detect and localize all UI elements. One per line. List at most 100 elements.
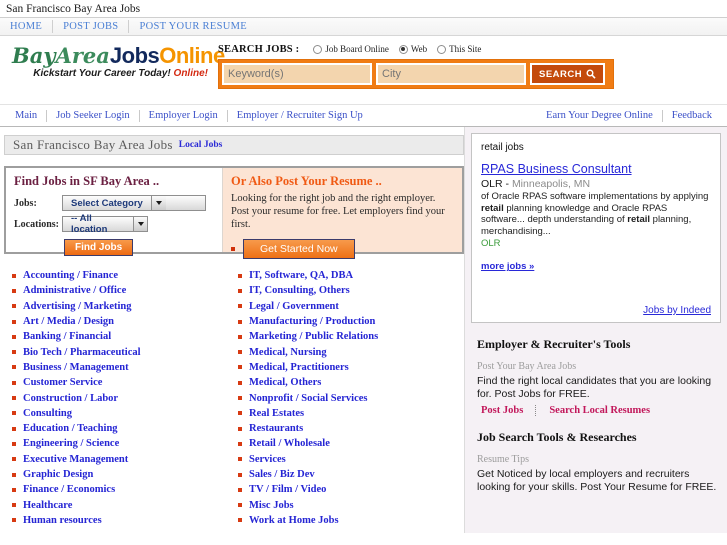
find-jobs-heading: Find Jobs in SF Bay Area ..	[14, 174, 160, 188]
masthead: BayAreaJobsOnline Kickstart Your Career …	[0, 36, 727, 105]
page-title: San Francisco Bay Area Jobs	[13, 137, 173, 152]
snippet-bold-1: retail	[481, 202, 504, 214]
bullet-icon	[231, 247, 235, 251]
category-label: Misc Jobs	[249, 499, 294, 511]
category-link[interactable]: Misc Jobs	[238, 497, 464, 512]
category-link[interactable]: Medical, Practitioners	[238, 360, 464, 375]
bullet-square-icon	[12, 457, 16, 462]
category-link[interactable]: Engineering / Science	[12, 436, 238, 451]
logo-online: Online	[159, 43, 225, 68]
bullet-square-icon	[12, 503, 16, 508]
category-label: Services	[249, 453, 286, 465]
category-link[interactable]: Construction / Labor	[12, 390, 238, 405]
category-link[interactable]: Restaurants	[238, 421, 464, 436]
category-column-1: Accounting / Finance Administrative / Of…	[12, 268, 238, 528]
radio-this-site[interactable]: This Site	[437, 44, 481, 54]
radio-job-board-online[interactable]: Job Board Online	[313, 44, 389, 54]
nav-item-post-jobs[interactable]: POST JOBS	[53, 21, 128, 32]
category-link[interactable]: Art / Media / Design	[12, 314, 238, 329]
category-link[interactable]: Graphic Design	[12, 467, 238, 482]
indeed-source: OLR	[481, 238, 501, 250]
bullet-square-icon	[12, 365, 16, 370]
bullet-square-icon	[238, 487, 242, 492]
radio-icon[interactable]	[437, 44, 447, 54]
search-local-resumes-link[interactable]: Search Local Resumes	[549, 405, 650, 416]
category-link[interactable]: Retail / Wholesale	[238, 436, 464, 451]
category-link[interactable]: Consulting	[12, 406, 238, 421]
category-link[interactable]: Business / Management	[12, 360, 238, 375]
category-label: Restaurants	[249, 423, 304, 435]
page-root: San Francisco Bay Area Jobs HOME POST JO…	[0, 0, 727, 545]
bullet-square-icon	[12, 288, 16, 293]
location-select[interactable]: -- All location	[62, 213, 148, 235]
indeed-job-title-link[interactable]: RPAS Business Consultant	[481, 162, 711, 176]
category-select-value: Select Category	[71, 197, 143, 209]
category-select[interactable]: Select Category	[62, 195, 206, 211]
nav-item-post-your-resume[interactable]: POST YOUR RESUME	[129, 21, 257, 32]
category-link[interactable]: Marketing / Public Relations	[238, 329, 464, 344]
category-link[interactable]: Sales / Biz Dev	[238, 467, 464, 482]
indeed-snippet: of Oracle RPAS software implementations …	[481, 191, 711, 237]
local-jobs-link[interactable]: Local Jobs	[179, 140, 223, 150]
indeed-jobs-widget: retail jobs RPAS Business Consultant OLR…	[471, 133, 721, 323]
category-link[interactable]: Education / Teaching	[12, 421, 238, 436]
category-link[interactable]: Administrative / Office	[12, 283, 238, 298]
category-link[interactable]: IT, Software, QA, DBA	[238, 268, 464, 283]
category-link[interactable]: Healthcare	[12, 497, 238, 512]
subnav-item-feedback[interactable]: Feedback	[663, 110, 721, 121]
bullet-square-icon	[238, 350, 242, 355]
get-started-now-button[interactable]: Get Started Now	[243, 239, 355, 259]
subnav-item-job-seeker-login[interactable]: Job Seeker Login	[47, 110, 139, 121]
category-link[interactable]: TV / Film / Video	[238, 482, 464, 497]
secondary-nav: Main Job Seeker Login Employer Login Emp…	[0, 105, 727, 127]
city-input[interactable]	[376, 63, 526, 85]
subnav-item-employer-login[interactable]: Employer Login	[140, 110, 227, 121]
radio-icon[interactable]	[313, 44, 323, 54]
indeed-company-location: OLR - Minneapolis, MN	[481, 178, 711, 190]
chevron-down-icon[interactable]	[150, 196, 166, 210]
chevron-down-icon[interactable]	[133, 217, 147, 231]
search-zone: SEARCH JOBS : Job Board Online Web This …	[218, 42, 614, 89]
search-button[interactable]: SEARCH	[530, 63, 606, 85]
category-link[interactable]: Human resources	[12, 513, 238, 528]
site-logo[interactable]: BayAreaJobsOnline Kickstart Your Career …	[12, 44, 225, 79]
job-tools-subheading: Resume Tips	[477, 454, 529, 465]
jobs-by-indeed-link[interactable]: Jobs by Indeed	[481, 305, 711, 316]
category-link[interactable]: Real Estates	[238, 406, 464, 421]
category-link[interactable]: Advertising / Marketing	[12, 299, 238, 314]
category-link[interactable]: Medical, Others	[238, 375, 464, 390]
window-title-bar: San Francisco Bay Area Jobs	[0, 0, 727, 18]
find-jobs-button[interactable]: Find Jobs	[64, 239, 134, 256]
category-link[interactable]: Customer Service	[12, 375, 238, 390]
subnav-item-employer-recruiter-signup[interactable]: Employer / Recruiter Sign Up	[228, 110, 372, 121]
category-link[interactable]: Banking / Financial	[12, 329, 238, 344]
category-link[interactable]: Accounting / Finance	[12, 268, 238, 283]
category-link[interactable]: Medical, Nursing	[238, 344, 464, 359]
radio-icon-selected[interactable]	[398, 44, 408, 54]
category-link[interactable]: Work at Home Jobs	[238, 513, 464, 528]
category-link[interactable]: IT, Consulting, Others	[238, 283, 464, 298]
category-link[interactable]: Legal / Government	[238, 299, 464, 314]
category-label: Marketing / Public Relations	[249, 331, 379, 343]
category-label: Business / Management	[23, 361, 129, 373]
logo-tagline-main: Kickstart Your Career Today!	[33, 68, 171, 79]
link-divider	[535, 405, 537, 416]
category-link[interactable]: Nonprofit / Social Services	[238, 390, 464, 405]
nav-item-home[interactable]: HOME	[0, 21, 52, 32]
post-jobs-link[interactable]: Post Jobs	[481, 405, 523, 416]
more-jobs-link[interactable]: more jobs »	[481, 261, 711, 272]
category-link[interactable]: Finance / Economics	[12, 482, 238, 497]
post-resume-heading: Or Also Post Your Resume ..	[231, 174, 382, 188]
category-link[interactable]: Manufacturing / Production	[238, 314, 464, 329]
subnav-item-main[interactable]: Main	[6, 110, 46, 121]
category-label: Accounting / Finance	[23, 270, 119, 282]
category-link[interactable]: Services	[238, 452, 464, 467]
radio-web[interactable]: Web	[398, 44, 427, 54]
keyword-input[interactable]	[222, 63, 372, 85]
bullet-square-icon	[12, 411, 16, 416]
category-label: Retail / Wholesale	[249, 438, 330, 450]
subnav-item-earn-your-degree-online[interactable]: Earn Your Degree Online	[537, 110, 662, 121]
bullet-square-icon	[12, 441, 16, 446]
category-link[interactable]: Bio Tech / Pharmaceutical	[12, 344, 238, 359]
category-link[interactable]: Executive Management	[12, 452, 238, 467]
